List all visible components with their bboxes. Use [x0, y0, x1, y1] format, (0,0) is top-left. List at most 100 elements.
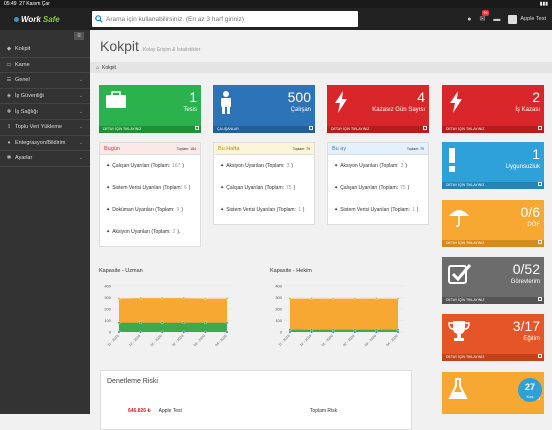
- sidebar-toggle-button[interactable]: ≡: [74, 32, 84, 40]
- x-tick-label: 12 - 2019: [128, 334, 141, 347]
- user-menu[interactable]: Apple Test: [508, 14, 546, 24]
- data-point: [204, 297, 207, 300]
- y-tick-label: 400: [275, 284, 282, 289]
- list-item[interactable]: ✦ Aksiyon Uyarıları (Toplam: 3): [328, 155, 428, 177]
- list-item[interactable]: ✦ Aksiyon Uyarıları (Toplam: 3): [214, 155, 314, 177]
- series-area: [290, 298, 398, 332]
- tile-kazasiz-gun[interactable]: 4 Kazasız Gün Sayısı DETAY İÇİN TIKLAYIN…: [327, 85, 429, 133]
- list-item[interactable]: ✦ Sistem Verisi Uyarıları (Toplam: 1): [214, 199, 314, 221]
- arrow-right-icon: ›: [538, 297, 542, 302]
- chevron-down-icon: ⌄: [78, 139, 83, 146]
- x-tick-label: 04 - 2020: [214, 334, 227, 347]
- tile-gorevlerim[interactable]: 0/52 Görevlerim DETAY İÇİN TIKLAYINIZ ›: [442, 257, 544, 304]
- breadcrumb-item[interactable]: Kokpit: [102, 65, 116, 71]
- x-tick-label: 11 - 2019: [278, 334, 291, 347]
- data-point: [225, 330, 229, 334]
- x-tick-label: 03 - 2020: [193, 334, 206, 347]
- data-point: [182, 296, 186, 300]
- exclamation-icon: [448, 148, 456, 177]
- sidebar-item-karne[interactable]: ▭ Karne: [0, 58, 90, 74]
- data-point: [288, 328, 292, 332]
- trophy-icon: [448, 320, 470, 347]
- logo[interactable]: Work Safe: [0, 8, 90, 30]
- data-point: [353, 297, 357, 300]
- avatar: [508, 14, 518, 24]
- tile-dof[interactable]: 0/6 DÖF DETAY İÇİN TIKLAYINIZ ›: [442, 200, 544, 247]
- data-point: [117, 297, 121, 300]
- calendar-button[interactable]: 27 Kas: [518, 378, 542, 402]
- tile-uygunsuzluk[interactable]: 1 Uygunsuzluk DETAY İÇİN TIKLAYINIZ ›: [442, 142, 544, 189]
- data-point: [204, 330, 207, 334]
- data-point: [310, 330, 313, 334]
- y-tick-label: 200: [104, 307, 111, 312]
- risk-total-label: Toplam Risk: [309, 408, 338, 414]
- shield-icon: ◈: [6, 93, 12, 100]
- umbrella-icon: [448, 206, 470, 233]
- data-point: [139, 330, 142, 334]
- search-input[interactable]: [106, 15, 346, 23]
- tile-is-kazasi[interactable]: 2 İş Kazası DETAY İÇİN TIKLAYINIZ ›: [442, 85, 544, 133]
- sidebar: ≡ ◆ Kokpit ▭ Karne ☰ Genel ⌄ ◈ İş Güvenliği ⌄ …: [0, 30, 90, 414]
- status-date: 27 Kasım Çar: [19, 1, 50, 7]
- help-icon[interactable]: ●: [467, 16, 471, 23]
- list-item[interactable]: ✦ Aksiyon Uyarıları (Toplam: 2).: [100, 221, 200, 243]
- card-icon: ▭: [6, 61, 12, 68]
- y-tick-label: 300: [275, 295, 282, 300]
- main-content: Kokpit Kolay Erişim & İstatistikler ⌂ Kok…: [90, 30, 552, 430]
- tile-egitim[interactable]: 3/17 Eğitim DETAY İÇİN TIKLAYINIZ ›: [442, 314, 544, 361]
- panel-bu-hafta: Bu Hafta Toplam: 79 ✦ Aksiyon Uyarıları (…: [213, 142, 315, 225]
- risk-user: Apple Test: [158, 408, 182, 414]
- list-item[interactable]: ✦ Doküman Uyarıları (Toplam: 9): [100, 199, 200, 221]
- list-item[interactable]: ✦ Sistem Verisi Uyarıları (Toplam: 6): [100, 177, 200, 199]
- data-point: [139, 321, 142, 325]
- sidebar-item-entegrasyon[interactable]: ♦ Entegrasyon/Bildirim ⌄: [0, 136, 90, 152]
- risk-row: 646.826 ₺ Apple Test Toplam Risk: [128, 408, 337, 414]
- battery-icon: ▮▮▮: [539, 1, 548, 7]
- chevron-down-icon: ⌄: [78, 77, 83, 84]
- list-icon: ☰: [6, 77, 12, 84]
- list-item[interactable]: ✦ Çalışan Uyarıları (Toplam: 75): [328, 177, 428, 199]
- sidebar-item-ayarlar[interactable]: ✱ Ayarlar ⌄: [0, 151, 90, 167]
- chart-kapasite-uzman: 0 100 200 300 400 11 - 2019 12 - 2019 01 - 2020…: [104, 284, 233, 347]
- x-tick-label: 04 - 2020: [385, 334, 398, 347]
- data-point: [375, 297, 378, 300]
- list-item[interactable]: ✦ Çalışan Uyarıları (Toplam: 75): [214, 177, 314, 199]
- notification-badge: 99: [481, 10, 490, 16]
- data-point: [117, 330, 121, 334]
- chevron-down-icon: ⌄: [78, 155, 83, 162]
- search-bar: [92, 11, 358, 27]
- data-point: [396, 297, 400, 300]
- sidebar-item-toplu-veri[interactable]: ⇪ Toplu Veri Yükleme ⌄: [0, 120, 90, 136]
- chart-title-hekim: Kapasite - Hekim: [270, 268, 312, 274]
- list-item[interactable]: ✦ Çalışan Uyarıları (Toplam: 167): [100, 155, 200, 177]
- notification-icon[interactable]: ✉ 99: [480, 10, 490, 23]
- data-point: [288, 330, 292, 334]
- data-point: [117, 321, 121, 325]
- y-tick-label: 300: [104, 295, 111, 300]
- risk-amount: 646.826 ₺: [128, 408, 151, 414]
- data-point: [331, 330, 335, 334]
- sidebar-item-kokpit[interactable]: ◆ Kokpit: [0, 42, 90, 58]
- series-area: [290, 329, 398, 332]
- x-tick-label: 11 - 2019: [107, 334, 120, 347]
- status-time: 05:49: [4, 1, 17, 7]
- data-point: [182, 321, 186, 325]
- chat-icon[interactable]: ▬: [493, 16, 500, 23]
- chevron-down-icon: ⌄: [78, 124, 83, 131]
- arrow-right-icon: ›: [538, 354, 542, 359]
- list-item[interactable]: ✦ Sistem Verisi Uyarıları (Toplam: 1): [328, 199, 428, 221]
- tile-tesis[interactable]: 1 Tesis DETAY İÇİN TIKLAYINIZ ›: [99, 85, 201, 133]
- sidebar-item-is-sagligi[interactable]: ✚ İş Sağlığı ⌄: [0, 104, 90, 120]
- data-point: [225, 321, 229, 325]
- data-point: [331, 328, 335, 332]
- upload-icon: ⇪: [6, 124, 12, 131]
- x-tick-label: 02 - 2020: [171, 334, 184, 347]
- sidebar-item-is-guvenligi[interactable]: ◈ İş Güvenliği ⌄: [0, 89, 90, 105]
- sidebar-item-genel[interactable]: ☰ Genel ⌄: [0, 73, 90, 89]
- tile-calisan[interactable]: 500 Çalışan ÇALIŞANLAR ›: [213, 85, 315, 133]
- data-point: [353, 328, 357, 332]
- person-icon: [219, 91, 233, 120]
- gear-icon: ✱: [6, 155, 12, 162]
- chevron-down-icon: ⌄: [78, 93, 83, 100]
- y-tick-label: 200: [275, 307, 282, 312]
